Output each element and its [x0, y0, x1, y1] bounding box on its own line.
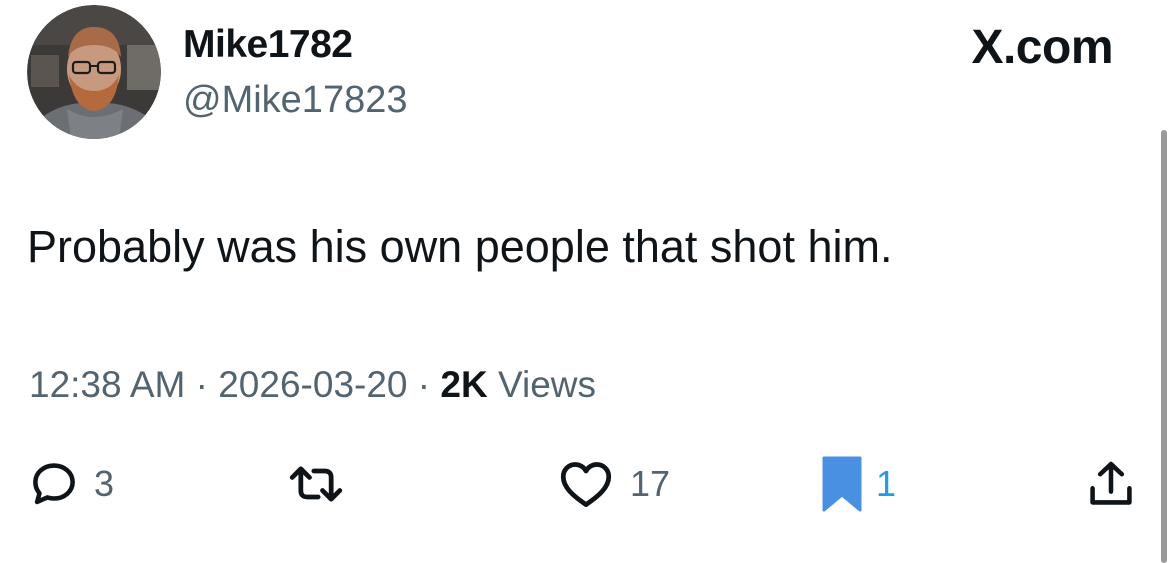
bookmark-count: 1 [876, 463, 897, 504]
views-label: Views [497, 364, 597, 405]
scrollbar[interactable] [1161, 130, 1167, 563]
user-handle[interactable]: @Mike17823 [183, 77, 407, 123]
retweet-icon [289, 466, 343, 502]
heart-icon [560, 462, 612, 507]
meta-separator: · [195, 364, 208, 405]
bookmark-button[interactable]: 1 [822, 456, 897, 512]
retweet-button[interactable] [285, 458, 347, 510]
display-name[interactable]: Mike1782 [183, 22, 353, 68]
reply-button[interactable]: 3 [28, 458, 114, 510]
tweet-date[interactable]: 2026-03-20 [218, 364, 407, 405]
meta-separator: · [417, 364, 431, 405]
share-icon [1090, 461, 1132, 505]
tweet-time[interactable]: 12:38 AM [29, 364, 185, 405]
reply-count: 3 [94, 463, 115, 504]
tweet-text: Probably was his own people that shot hi… [27, 221, 893, 272]
avatar[interactable] [27, 5, 161, 139]
share-button[interactable] [1085, 458, 1137, 510]
avatar-photo [27, 5, 161, 139]
reply-icon [33, 463, 75, 505]
views-count: 2K [440, 364, 488, 405]
tweet-meta: 12:38 AM · 2026-03-20 · 2K Views [29, 362, 596, 408]
like-count: 17 [630, 463, 671, 504]
brand-domain: X.com [971, 21, 1113, 74]
brand-logo: X.com [971, 22, 1113, 74]
bookmark-icon [822, 456, 862, 512]
like-button[interactable]: 17 [556, 458, 670, 510]
